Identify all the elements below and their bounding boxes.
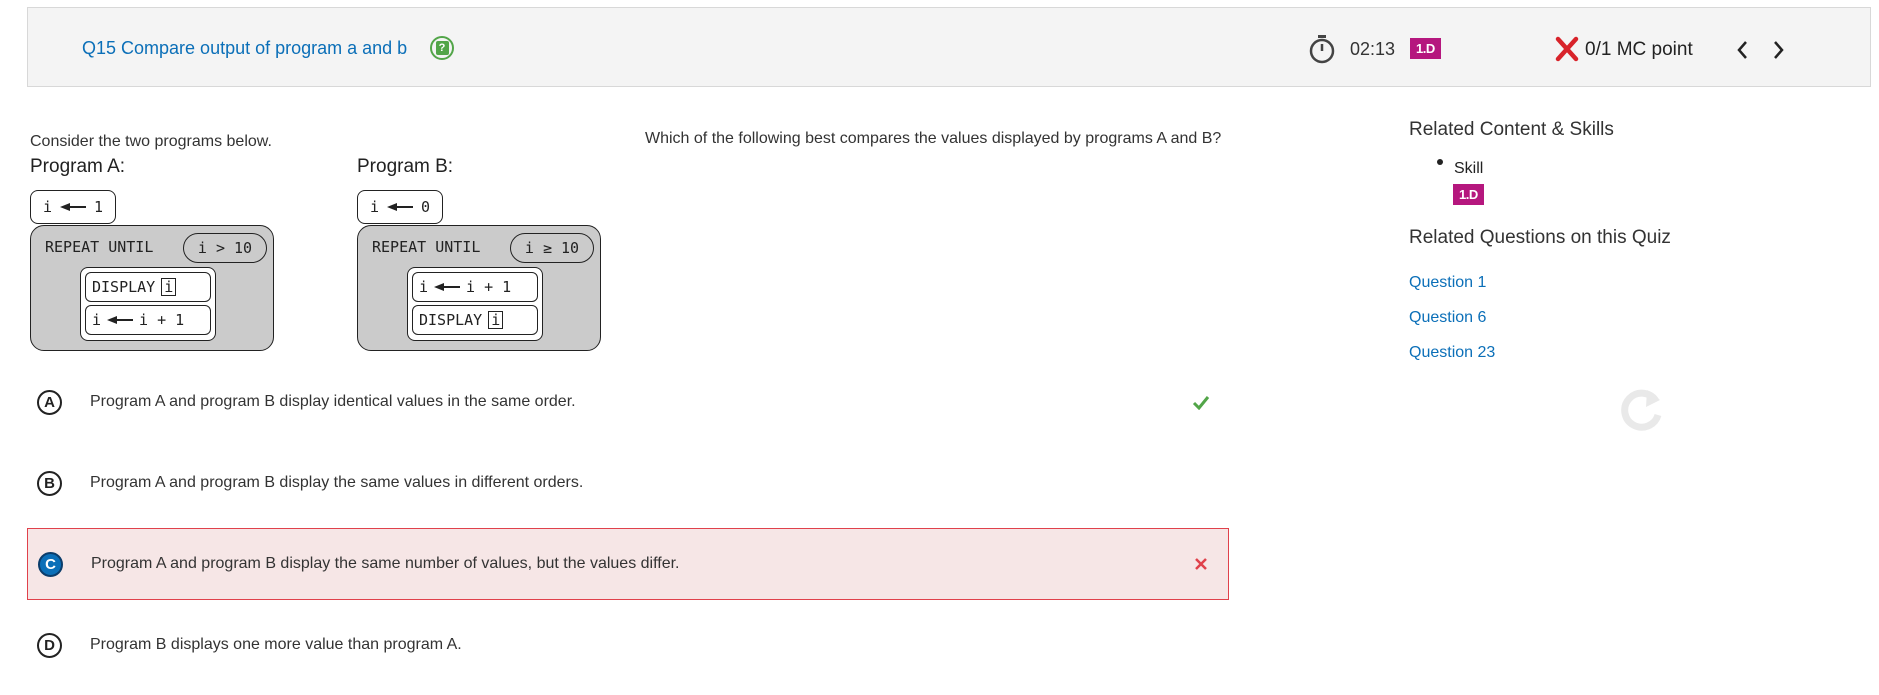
display-statement: DISPLAY i (412, 305, 538, 335)
assign-statement: i i + 1 (412, 272, 538, 302)
choice-letter-b: B (37, 470, 62, 496)
choice-c[interactable]: C Program A and program B display the sa… (27, 528, 1229, 600)
stopwatch-icon (1309, 35, 1335, 64)
repeat-condition: i > 10 (183, 233, 267, 263)
program-a-repeat-block: REPEAT UNTIL i > 10 DISPLAY i i i + 1 (30, 225, 274, 351)
repeat-condition: i ≥ 10 (510, 233, 594, 263)
assign-arrow-icon (434, 283, 461, 291)
score-label: 0/1 MC point (1585, 39, 1693, 60)
assign-expr: i + 1 (466, 278, 512, 296)
checkmark-icon (1192, 396, 1210, 410)
program-b-repeat-block: REPEAT UNTIL i ≥ 10 i i + 1 DISPLAY i (357, 225, 601, 351)
choice-letter-a: A (37, 389, 62, 415)
assign-statement: i i + 1 (85, 305, 211, 335)
choice-text-d: Program B displays one more value than p… (90, 636, 462, 653)
related-question-link[interactable]: Question 23 (1409, 344, 1495, 362)
skill-bullet (1437, 159, 1443, 165)
cond-val: 10 (561, 239, 580, 257)
assign-arrow-icon (387, 203, 414, 211)
cond-var: i (197, 239, 207, 257)
choice-text-b: Program A and program B display the same… (90, 474, 584, 491)
choice-a[interactable]: A Program A and program B display identi… (27, 366, 1229, 438)
question-header: Q15 Compare output of program a and b ? … (27, 7, 1871, 87)
choice-letter-c: C (38, 551, 63, 577)
x-icon (1195, 558, 1207, 570)
init-val: 0 (421, 198, 431, 216)
skill-label: Skill (1454, 160, 1484, 177)
assign-var: i (419, 278, 429, 296)
repeat-until-label: REPEAT UNTIL (372, 238, 481, 256)
related-questions-heading: Related Questions on this Quiz (1409, 227, 1671, 248)
repeat-body: DISPLAY i i i + 1 (80, 267, 216, 341)
assign-arrow-icon (60, 203, 87, 211)
repeat-until-label: REPEAT UNTIL (45, 238, 154, 256)
choice-d[interactable]: D Program B displays one more value than… (27, 609, 1229, 681)
choice-text-a: Program A and program B display identica… (90, 393, 576, 410)
question-prompt: Which of the following best compares the… (645, 130, 1222, 147)
related-content-heading: Related Content & Skills (1409, 119, 1614, 140)
assign-expr: i + 1 (139, 311, 185, 329)
refresh-icon (1621, 389, 1662, 431)
cond-op: > (215, 239, 225, 257)
chevron-left-icon[interactable] (1733, 38, 1753, 62)
choice-letter-d: D (37, 632, 62, 658)
choice-b[interactable]: B Program A and program B display the sa… (27, 447, 1229, 519)
cond-var: i (524, 239, 534, 257)
display-keyword: DISPLAY (419, 311, 483, 329)
program-b-label: Program B: (357, 156, 454, 177)
assign-arrow-icon (107, 316, 134, 324)
display-keyword: DISPLAY (92, 278, 156, 296)
x-mark-icon (1555, 36, 1579, 62)
chevron-right-icon[interactable] (1768, 38, 1788, 62)
skill-badge: 1.D (1410, 38, 1441, 59)
init-var: i (370, 198, 380, 216)
init-val: 1 (94, 198, 104, 216)
question-mark-icon[interactable]: ? (430, 36, 454, 60)
display-arg: i (488, 311, 504, 329)
cond-op: ≥ (542, 239, 552, 257)
init-var: i (43, 198, 53, 216)
related-question-link[interactable]: Question 6 (1409, 309, 1486, 327)
program-b-init: i 0 (357, 190, 444, 224)
cond-val: 10 (234, 239, 253, 257)
timer-readout: 02:13 (1350, 39, 1396, 59)
question-title: Q15 Compare output of program a and b (82, 38, 408, 58)
display-arg: i (161, 278, 177, 296)
question-intro: Consider the two programs below. (30, 133, 272, 150)
program-a-init: i 1 (30, 190, 117, 224)
repeat-body: i i + 1 DISPLAY i (407, 267, 543, 341)
display-statement: DISPLAY i (85, 272, 211, 302)
skill-badge: 1.D (1453, 184, 1484, 205)
related-question-link[interactable]: Question 1 (1409, 274, 1486, 292)
assign-var: i (92, 311, 102, 329)
choice-text-c: Program A and program B display the same… (91, 555, 680, 572)
program-a-label: Program A: (30, 156, 126, 177)
